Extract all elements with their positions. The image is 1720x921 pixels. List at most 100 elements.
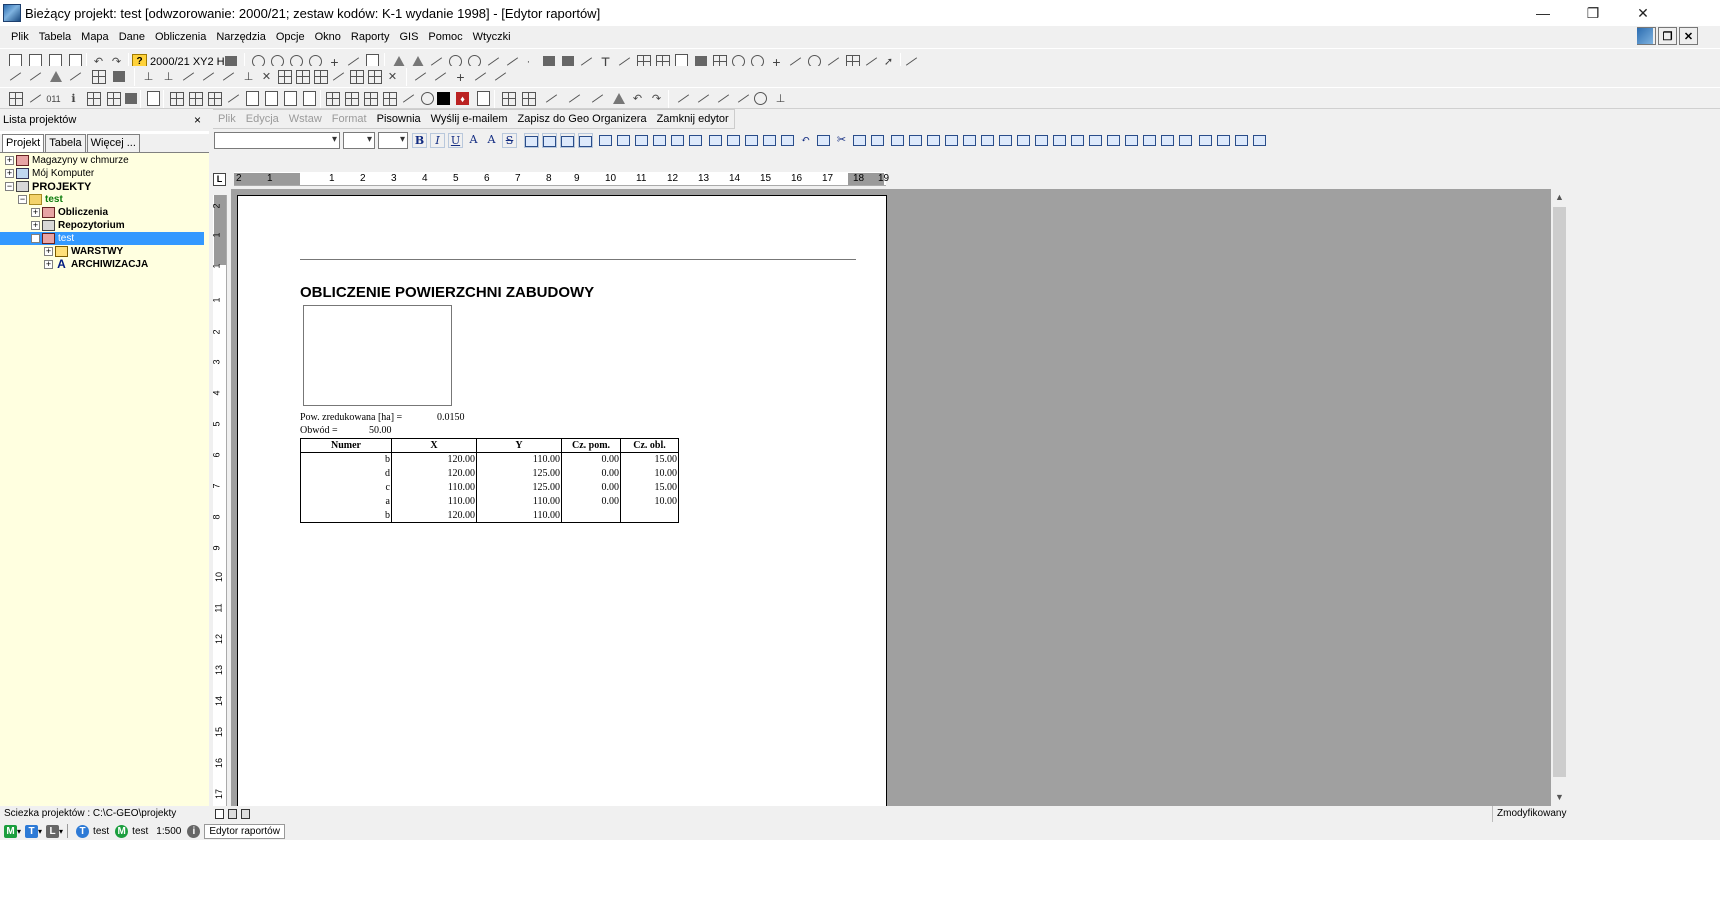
border-top-icon[interactable] [1142, 133, 1157, 148]
mdi-restore-button[interactable]: ❐ [1658, 27, 1677, 45]
menu-pomoc[interactable]: Pomoc [423, 26, 467, 48]
properties-icon[interactable] [85, 90, 102, 107]
menu-opcje[interactable]: Opcje [271, 26, 310, 48]
calibrate-icon[interactable] [400, 90, 417, 107]
bar-icon[interactable] [122, 90, 139, 107]
tree-item-moj-komputer[interactable]: + Mój Komputer [5, 167, 94, 180]
cut-icon[interactable] [276, 68, 293, 85]
import-2-icon[interactable] [520, 90, 537, 107]
table-grid-icon[interactable] [1016, 133, 1031, 148]
menu-okno[interactable]: Okno [310, 26, 346, 48]
footer-icon[interactable] [616, 133, 631, 148]
insert-row-icon[interactable] [944, 133, 959, 148]
sheet-3-icon[interactable] [282, 90, 299, 107]
info-icon[interactable]: ℹ [65, 90, 82, 107]
view-mode-3-icon[interactable] [241, 809, 250, 819]
expand-toggle[interactable]: + [44, 247, 53, 256]
pencil-2-icon[interactable] [695, 90, 712, 107]
menu-mapa[interactable]: Mapa [76, 26, 114, 48]
sheet-2-icon[interactable] [263, 90, 280, 107]
editor-menu-pisownia[interactable]: Pisownia [372, 110, 426, 128]
snap-endpoint-icon[interactable] [7, 68, 24, 85]
subscript-button[interactable]: A [484, 133, 499, 148]
editor-menu-plik[interactable]: Plik [213, 110, 241, 128]
map-pin-icon[interactable] [475, 90, 492, 107]
app-icon[interactable] [3, 4, 21, 22]
menu-wtyczki[interactable]: Wtyczki [468, 26, 516, 48]
border-outer-icon[interactable] [1088, 133, 1103, 148]
menu-gis[interactable]: GIS [394, 26, 423, 48]
minimize-button[interactable]: — [1520, 0, 1566, 26]
border-left-icon[interactable] [1106, 133, 1121, 148]
collapse-toggle[interactable]: − [5, 182, 14, 191]
extend-icon[interactable] [330, 68, 347, 85]
align-left-icon[interactable] [524, 133, 539, 148]
expand-toggle[interactable]: + [31, 208, 40, 217]
split-cell-icon[interactable] [962, 133, 977, 148]
font-size-select[interactable] [343, 132, 375, 149]
border-inner-icon[interactable] [1070, 133, 1085, 148]
strikethrough-button[interactable]: S [502, 133, 517, 148]
justify-icon[interactable] [578, 133, 593, 148]
parallel-icon[interactable] [180, 68, 197, 85]
align-center-icon[interactable] [542, 133, 557, 148]
child-window-icon[interactable] [1637, 28, 1653, 44]
tree-item-test-map[interactable]: − test [0, 232, 204, 245]
map-mode-button[interactable]: M [4, 824, 17, 838]
tree-item-warstwy[interactable]: + WARSTWY [44, 245, 123, 258]
insert-table-icon[interactable] [890, 133, 905, 148]
scroll-down-arrow-icon[interactable]: ▼ [1551, 789, 1568, 806]
editor-menu-wstaw[interactable]: Wstaw [284, 110, 327, 128]
expand-toggle[interactable]: + [5, 169, 14, 178]
tab-tabela[interactable]: Tabela [45, 134, 86, 152]
brush-icon[interactable] [543, 90, 560, 107]
pdf-icon[interactable] [688, 133, 703, 148]
tab-wiecej[interactable]: Więcej ... [86, 134, 140, 152]
restore-button[interactable]: ❐ [1570, 0, 1616, 26]
perpendicular-2-icon[interactable]: ⊥ [160, 68, 177, 85]
draw-line-icon[interactable] [225, 90, 242, 107]
triangle-icon[interactable] [610, 90, 627, 107]
scroll-thumb[interactable] [1553, 207, 1566, 777]
menu-obliczenia[interactable]: Obliczenia [150, 26, 211, 48]
properties-2-icon[interactable] [105, 90, 122, 107]
print-report-icon[interactable] [780, 133, 795, 148]
increase-indent-icon[interactable] [1252, 133, 1267, 148]
decrease-indent-icon[interactable] [1234, 133, 1249, 148]
menu-narzedzia[interactable]: Narzędzia [211, 26, 271, 48]
numbered-list-icon[interactable] [1216, 133, 1231, 148]
snap-nearest-icon[interactable] [67, 68, 84, 85]
report-page[interactable]: OBLICZENIE POWIERZCHNI ZABUDOWY Pow. zre… [237, 195, 887, 806]
raster-4-icon[interactable] [381, 90, 398, 107]
snap-midpoint-icon[interactable] [27, 68, 44, 85]
cell-props-icon[interactable] [998, 133, 1013, 148]
menu-dane[interactable]: Dane [114, 26, 150, 48]
list-mode-button[interactable]: L [46, 824, 60, 838]
raster-2-icon[interactable] [343, 90, 360, 107]
taskbar-report-editor[interactable]: Edytor raportów [204, 823, 285, 839]
border-right-icon[interactable] [1124, 133, 1139, 148]
tree-item-obliczenia[interactable]: + Obliczenia [31, 206, 108, 219]
tree-item-magazyny[interactable]: + Magazyny w chmurze [5, 154, 129, 167]
border-none-icon[interactable] [1178, 133, 1193, 148]
sketch-frame[interactable] [303, 305, 452, 406]
expand-toggle[interactable]: + [31, 221, 40, 230]
anchor-icon[interactable]: ⊥ [772, 90, 789, 107]
tool-e-icon[interactable] [492, 68, 509, 85]
sheet-icon[interactable] [244, 90, 261, 107]
page-icon[interactable] [634, 133, 649, 148]
editor-menu-format[interactable]: Format [327, 110, 372, 128]
split-icon[interactable] [312, 68, 329, 85]
ruler-tab-selector[interactable]: L [213, 173, 226, 186]
zoom-in-report-icon[interactable] [744, 133, 759, 148]
undo-report-icon[interactable]: ↶ [798, 133, 813, 148]
italic-button[interactable]: I [430, 133, 445, 148]
tool-d-icon[interactable] [472, 68, 489, 85]
menu-raporty[interactable]: Raporty [346, 26, 395, 48]
table-mode-button[interactable]: T [25, 824, 39, 838]
fill-icon[interactable] [419, 90, 436, 107]
view-mode-icon[interactable] [215, 809, 224, 819]
merge-icon[interactable] [294, 68, 311, 85]
menu-plik[interactable]: Plik [6, 26, 34, 48]
scroll-up-arrow-icon[interactable]: ▲ [1551, 189, 1568, 206]
